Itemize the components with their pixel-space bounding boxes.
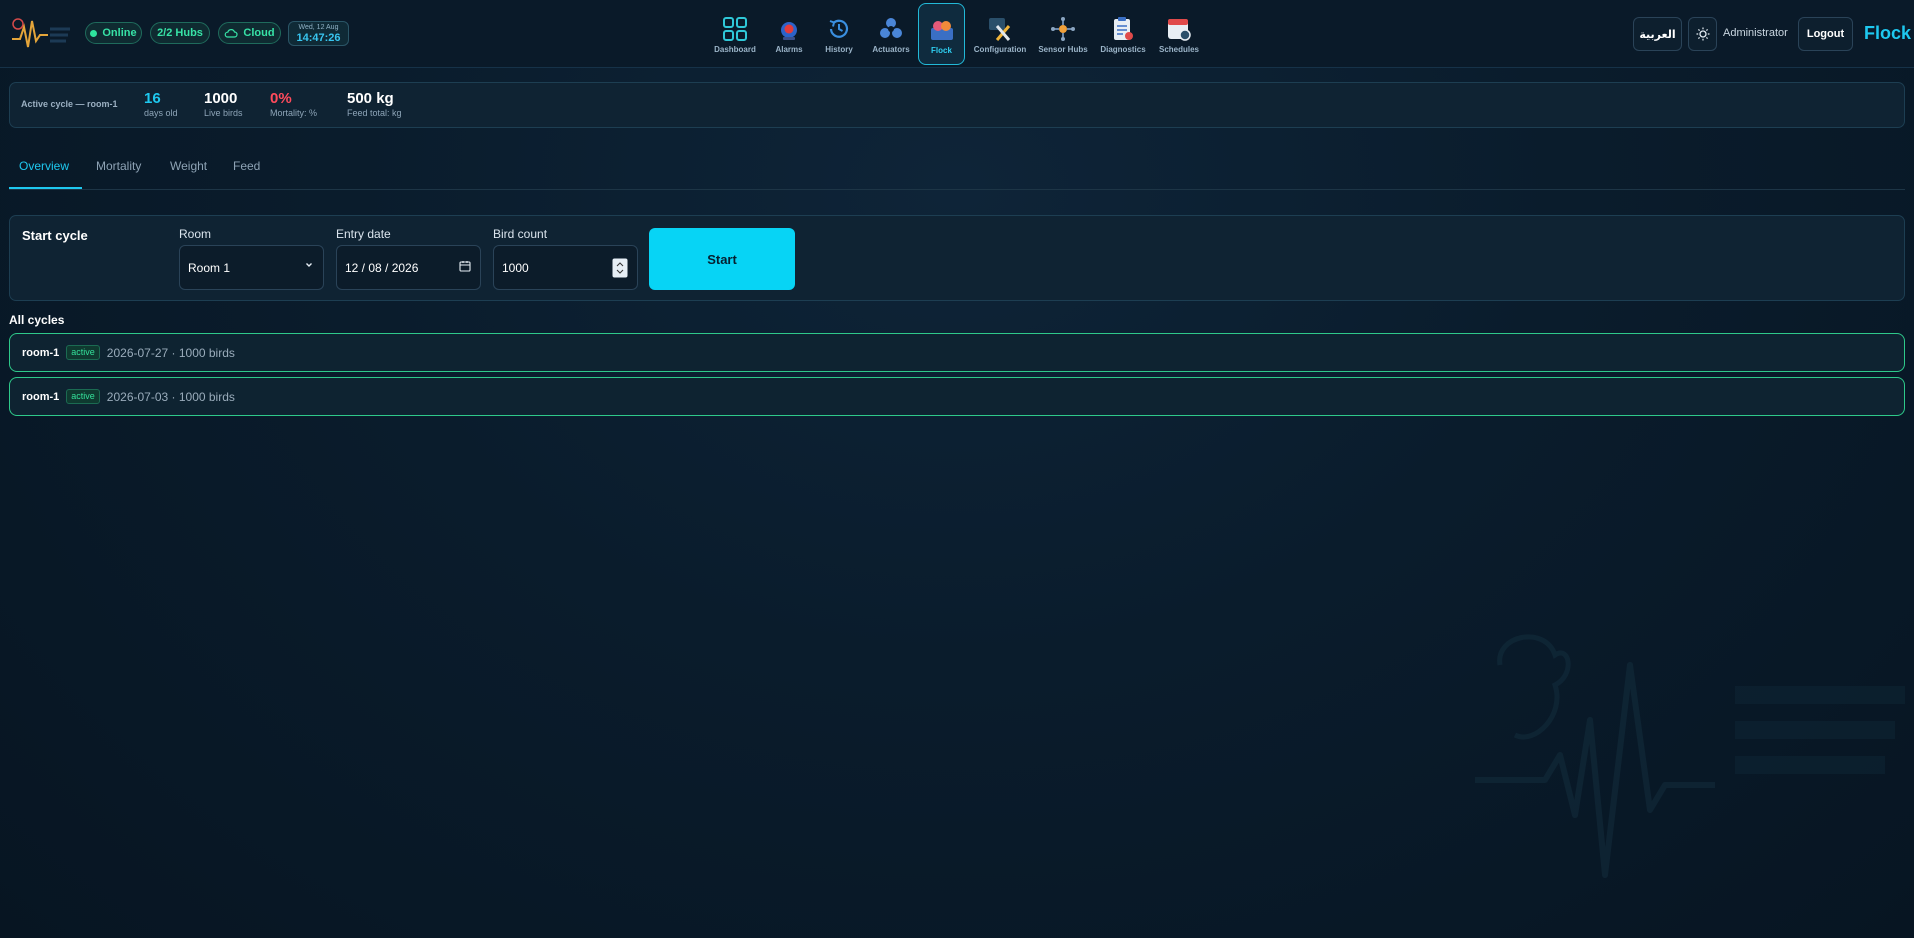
fan-icon [877,15,905,43]
active-cycle-label: Active cycle — room-1 [21,99,118,109]
stat-value: 1000 [204,90,238,107]
online-dot-icon [90,29,98,37]
app-logo-icon [12,18,70,48]
clipboard-icon [1109,15,1137,43]
tools-icon [986,15,1014,43]
nav-flock[interactable]: Flock [918,3,965,65]
room-label: Room [179,227,212,241]
alarm-icon [775,15,803,43]
status-badge: active [66,345,100,360]
calendar-picker-icon[interactable] [459,260,471,272]
start-cycle-button[interactable]: Start [649,228,795,290]
status-badge: active [66,389,100,404]
online-status-badge: Online [85,22,142,44]
stat-value: 16 [144,90,161,107]
cycle-row[interactable]: room-1 active 2026-07-27 · 1000 birds [9,333,1905,372]
nav-alarms[interactable]: Alarms [768,3,810,65]
nav-actuators[interactable]: Actuators [866,3,916,65]
stat-label: Feed total: kg [347,108,402,118]
room-select-value: Room 1 [188,260,231,275]
current-user-name: Administrator [1723,27,1788,39]
tab-feed[interactable]: Feed [233,159,260,173]
stat-mortality: 0% Mortality: % [270,90,317,119]
page-title: Flock [1864,23,1912,43]
cycle-row[interactable]: room-1 active 2026-07-03 · 1000 birds [9,377,1905,416]
hub-icon [1049,15,1077,43]
bird-count-input[interactable]: 1000 [493,245,638,290]
cycle-meta: 2026-07-27 · 1000 birds [106,345,235,360]
stat-days-old: 16 days old [144,90,178,119]
bird-count-value: 1000 [502,260,529,275]
number-stepper-icon[interactable] [612,258,628,278]
bird-count-label: Bird count [493,227,548,241]
tab-overview[interactable]: Overview [19,159,69,173]
date-text: Wed, 12 Aug [298,23,339,31]
sun-icon [1696,27,1709,41]
entry-date-field[interactable]: 12 / 08 / 2026 [336,245,481,290]
stat-label: Mortality: % [270,108,318,118]
cloud-icon [225,29,238,38]
nav-schedules[interactable]: Schedules [1156,3,1202,65]
flock-icon [928,16,956,44]
cloud-status-badge: Cloud [218,22,281,44]
nav-sensor-hubs[interactable]: Sensor Hubs [1036,3,1090,65]
tab-mortality[interactable]: Mortality [96,159,141,173]
cycle-meta: 2026-07-03 · 1000 birds [106,389,235,404]
theme-toggle-button[interactable] [1688,17,1717,51]
start-cycle-title: Start cycle [22,228,88,243]
nav-history[interactable]: History [818,3,860,65]
nav-configuration[interactable]: Configuration [970,3,1030,65]
date-time-display: Wed, 12 Aug 14:47:26 [288,21,349,46]
all-cycles-title: All cycles [9,313,65,327]
tab-weight[interactable]: Weight [170,159,207,173]
top-bar: Online 2/2 Hubs Cloud Wed, 12 Aug 14:47:… [0,0,1914,68]
nav-dashboard[interactable]: Dashboard [710,3,760,65]
language-toggle-button[interactable]: العربية [1633,17,1682,51]
cycle-room: room-1 [22,346,60,359]
stat-feed-total: 500 kg Feed total: kg [347,90,402,119]
background-logo-watermark-icon [1475,634,1905,878]
flock-tabs: Overview Mortality Weight Feed [9,150,1905,190]
stat-value: 0% [270,90,292,107]
time-text: 14:47:26 [296,31,341,44]
stat-live-birds: 1000 Live birds [204,90,243,119]
entry-date-value: 12 / 08 / 2026 [345,260,419,275]
start-cycle-card: Start cycle Room Room 1 Entry date 12 / … [9,215,1905,301]
nav-diagnostics[interactable]: Diagnostics [1096,3,1150,65]
chevron-down-icon [306,263,312,267]
history-icon [825,15,853,43]
room-select[interactable]: Room 1 [179,245,324,290]
calendar-icon [1165,15,1193,43]
cycle-room: room-1 [22,390,60,403]
active-tab-indicator [9,187,82,189]
logout-button[interactable]: Logout [1798,17,1853,51]
stat-label: days old [144,108,178,118]
stat-label: Live birds [204,108,243,118]
active-cycle-summary: Active cycle — room-1 16 days old 1000 L… [9,82,1905,128]
stat-value: 500 kg [347,90,394,107]
entry-date-label: Entry date [336,227,391,241]
dashboard-icon [721,15,749,43]
hubs-status-badge: 2/2 Hubs [150,22,210,44]
